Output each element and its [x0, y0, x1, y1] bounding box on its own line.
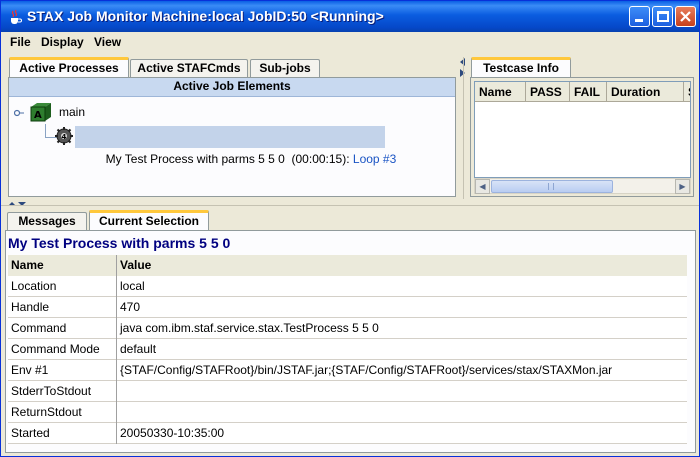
column-pass[interactable]: PASS [526, 82, 570, 102]
table-row[interactable]: Handle 470 [8, 297, 687, 318]
tab-active-processes[interactable]: Active Processes [9, 57, 129, 78]
row-value: default [120, 342, 157, 356]
column-name[interactable]: Name [475, 82, 526, 102]
grip-icon [548, 183, 554, 190]
svg-text:A: A [34, 110, 42, 121]
loop-label: Loop #3 [352, 152, 397, 166]
scroll-thumb[interactable] [491, 180, 613, 193]
close-button[interactable] [675, 6, 696, 27]
menu-view[interactable]: View [94, 35, 121, 49]
active-job-elements-panel: Active Job Elements A main 4 My Test Pro… [8, 77, 456, 197]
row-value [117, 381, 687, 402]
row-name: Env #1 [8, 360, 117, 381]
horizontal-splitter[interactable] [1, 205, 699, 208]
tree-expand-handle-icon[interactable] [14, 108, 24, 118]
minimize-button[interactable] [629, 6, 650, 27]
vertical-splitter[interactable] [463, 57, 466, 199]
testcase-table: Name PASS FAIL Duration S [474, 81, 691, 178]
table-row[interactable]: Started 20050330-10:35:00 [8, 423, 687, 444]
column-status[interactable]: S [684, 82, 690, 102]
row-name: ReturnStdout [8, 402, 117, 423]
table-row[interactable]: Command java com.ibm.staf.service.stax.T… [8, 318, 687, 339]
table-row[interactable]: Command Mode default [8, 339, 687, 360]
tree-node-test-process-label: My Test Process with parms 5 5 0 (00:00:… [105, 152, 353, 166]
minimize-icon [635, 19, 643, 22]
table-row[interactable]: Env #1 {STAF/Config/STAFRoot}/bin/JSTAF.… [8, 360, 687, 381]
scroll-left-icon[interactable]: ◀ [475, 179, 490, 194]
tab-sub-jobs[interactable]: Sub-jobs [250, 59, 320, 78]
menu-display[interactable]: Display [41, 35, 84, 49]
java-cup-icon [11, 9, 22, 24]
row-value: java com.ibm.staf.service.stax.TestProce… [120, 321, 379, 335]
column-name-header[interactable]: Name [8, 255, 117, 276]
title-bar[interactable]: STAX Job Monitor Machine:local JobID:50 … [1, 1, 699, 32]
testcase-info-panel: Name PASS FAIL Duration S ◀ ▶ [470, 77, 694, 197]
selection-title: My Test Process with parms 5 5 0 [8, 235, 231, 251]
close-icon [680, 11, 691, 22]
row-name: Started [8, 423, 117, 444]
svg-text:4: 4 [62, 133, 67, 141]
row-name: StderrToStdout [8, 381, 117, 402]
row-name: Command [8, 318, 117, 339]
gear-icon: 4 [55, 127, 73, 145]
column-fail[interactable]: FAIL [570, 82, 607, 102]
row-name: Handle [8, 297, 117, 318]
column-value-header[interactable]: Value [117, 255, 687, 276]
panel-header: Active Job Elements [9, 78, 455, 97]
table-row[interactable]: Location local [8, 276, 687, 297]
scroll-right-icon[interactable]: ▶ [675, 179, 690, 194]
app-window: STAX Job Monitor Machine:local JobID:50 … [0, 0, 700, 457]
table-row[interactable]: StderrToStdout [8, 381, 687, 402]
tab-messages[interactable]: Messages [7, 212, 87, 231]
table-row[interactable]: ReturnStdout [8, 402, 687, 423]
row-name: Location [8, 276, 117, 297]
tree-node-main[interactable]: main [59, 105, 85, 119]
tab-testcase-info[interactable]: Testcase Info [471, 57, 571, 78]
row-name: Command Mode [8, 339, 117, 360]
row-value: local [120, 279, 145, 293]
row-value: {STAF/Config/STAFRoot}/bin/JSTAF.jar;{ST… [120, 363, 613, 377]
tab-active-stafcmds[interactable]: Active STAFCmds [130, 59, 248, 78]
column-duration[interactable]: Duration [607, 82, 684, 102]
horizontal-scrollbar[interactable]: ◀ ▶ [474, 178, 691, 194]
tab-current-selection[interactable]: Current Selection [89, 210, 209, 231]
maximize-icon [657, 11, 669, 22]
table-header-row: Name Value [8, 255, 687, 276]
tree-view: A main 4 My Test Process with parms 5 5 … [9, 98, 455, 196]
menu-file[interactable]: File [10, 35, 31, 49]
stax-job-icon: A [30, 103, 51, 122]
row-value: 470 [120, 300, 141, 314]
tree-node-test-process[interactable]: My Test Process with parms 5 5 0 (00:00:… [75, 126, 396, 166]
window-title: STAX Job Monitor Machine:local JobID:50 … [27, 8, 384, 24]
maximize-button[interactable] [652, 6, 673, 27]
row-value: 20050330-10:35:00 [120, 426, 225, 440]
row-value [117, 402, 687, 423]
menu-bar: File Display View [1, 32, 699, 53]
